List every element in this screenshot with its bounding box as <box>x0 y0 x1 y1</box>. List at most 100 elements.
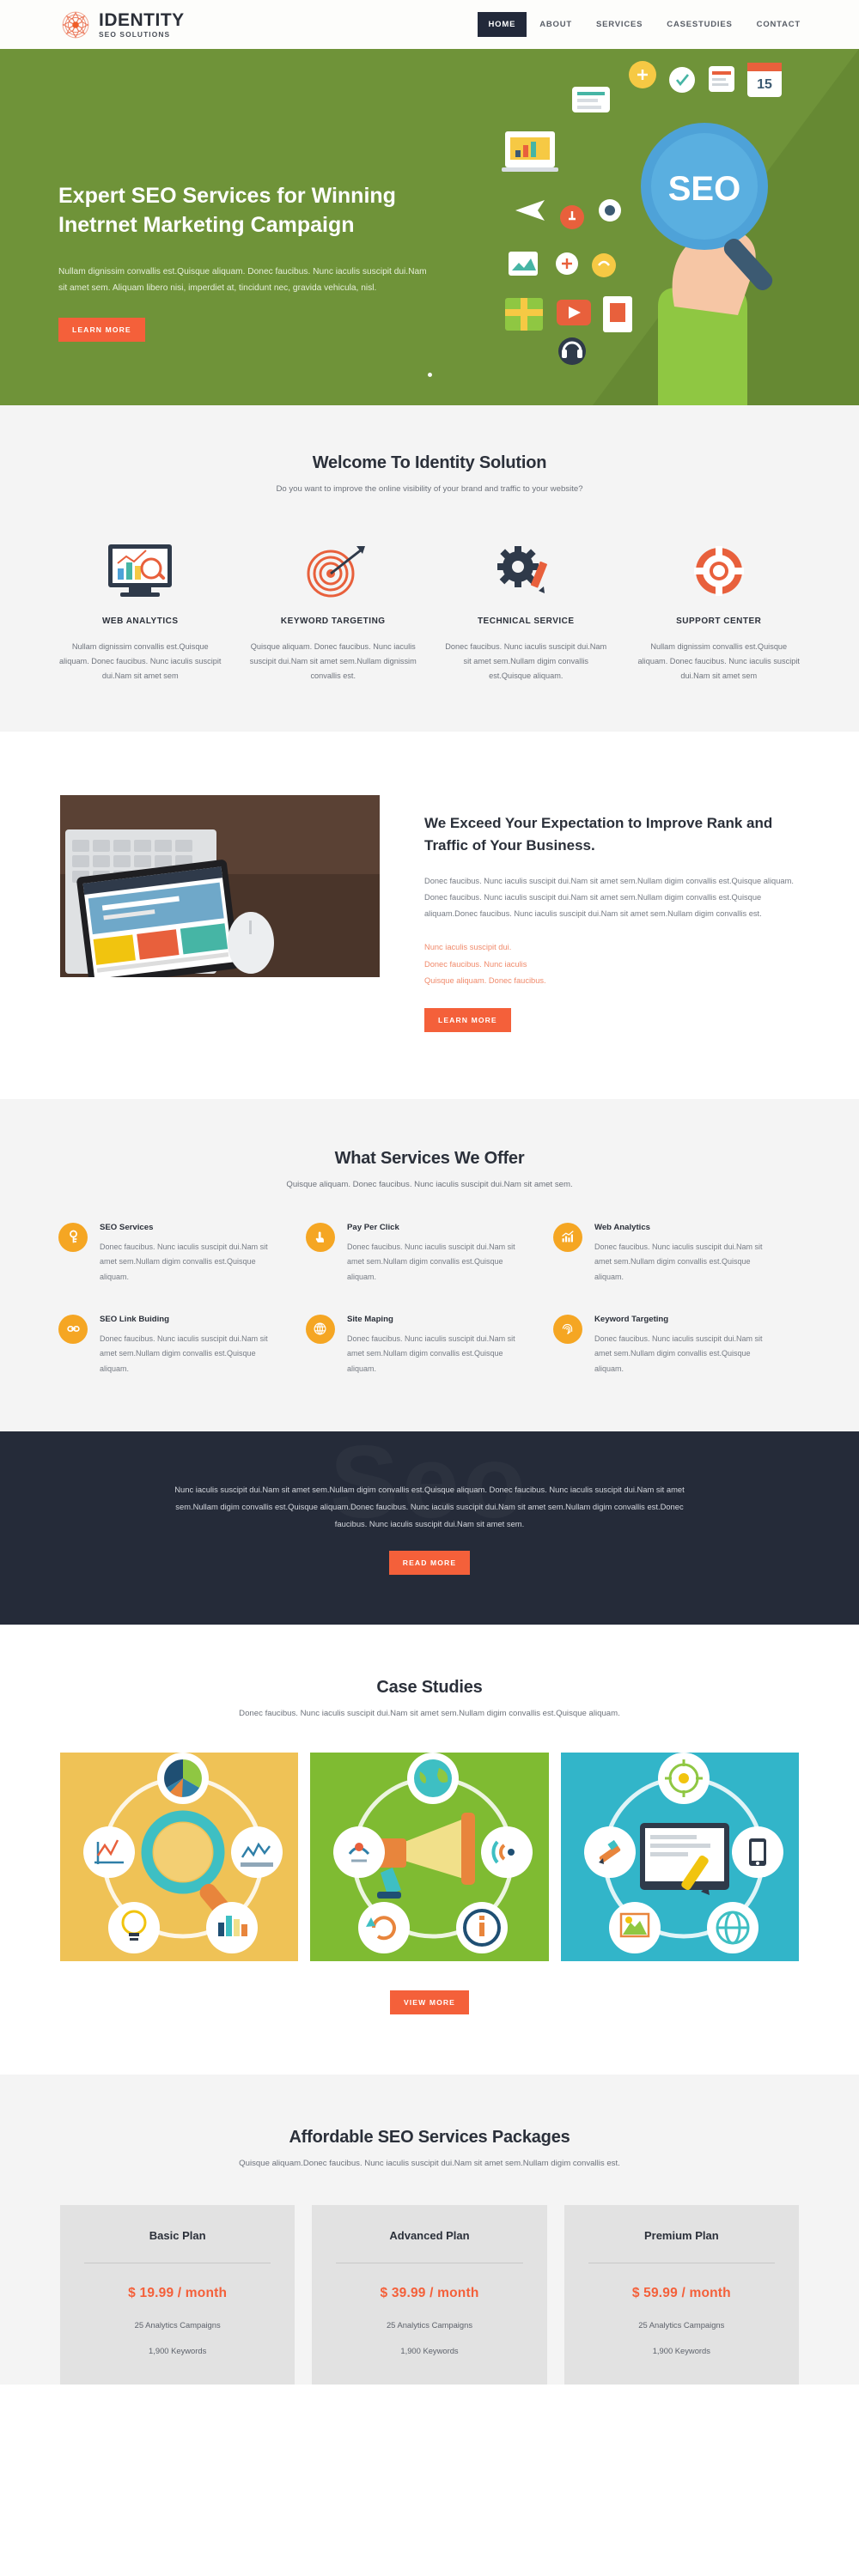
plan-name: Advanced Plan <box>389 2229 470 2243</box>
hero-banner: 15 SEO Expert SEO Services for Winning I… <box>0 49 859 405</box>
feature-text: Nullam dignissim convallis est.Quisque a… <box>637 642 800 681</box>
pricing-card-advanced[interactable]: Advanced Plan $ 39.99 / month 25 Analyti… <box>312 2205 547 2385</box>
pricing-subtitle: Quisque aliquam.Donec faucibus. Nunc iac… <box>239 2158 620 2168</box>
plan-feature: 25 Analytics Campaigns <box>386 2320 473 2330</box>
svg-text:SEO: SEO <box>668 170 740 208</box>
chain-link-icon <box>58 1314 88 1344</box>
magnifier-analytics-circle-icon <box>60 1752 298 1961</box>
tablet-keyboard-desk-photo <box>60 795 380 978</box>
key-icon <box>58 1222 88 1252</box>
cta-band: Seo Nunc iaculis suscipit dui.Nam sit am… <box>0 1431 859 1625</box>
about-highlight-list: Nunc iaculis suscipit dui. Donec faucibu… <box>424 939 799 988</box>
nav-item-services[interactable]: SERVICES <box>585 12 654 37</box>
case-studies-subtitle: Donec faucibus. Nunc iaculis suscipit du… <box>239 1709 620 1719</box>
plan-price: $ 59.99 / month <box>631 2286 731 2301</box>
megaphone-marketing-circle-icon <box>310 1752 548 1961</box>
feature-text: Nullam dignissim convallis est.Quisque a… <box>59 642 222 681</box>
service-name: SEO Link Buiding <box>100 1314 170 1324</box>
hero-seo-illustration: 15 SEO <box>490 49 859 405</box>
service-text: Donec faucibus. Nunc iaculis suscipit du… <box>594 1242 763 1282</box>
welcome-title: Welcome To Identity Solution <box>312 453 547 472</box>
pricing-card-basic[interactable]: Basic Plan $ 19.99 / month 25 Analytics … <box>60 2205 295 2385</box>
case-card-content[interactable] <box>560 1752 799 1961</box>
service-name: Web Analytics <box>594 1222 651 1232</box>
fingerprint-icon <box>552 1314 582 1344</box>
about-title: We Exceed Your Expectation to Improve Ra… <box>424 815 773 854</box>
service-text: Donec faucibus. Nunc iaculis suscipit du… <box>100 1242 268 1282</box>
feature-keyword-targeting: KEYWORD TARGETING Quisque aliquam. Donec… <box>245 532 423 683</box>
service-text: Donec faucibus. Nunc iaculis suscipit du… <box>594 1334 763 1373</box>
brand-logo[interactable]: IDENTITY SEO SOLUTIONS <box>60 9 185 40</box>
about-text: Donec faucibus. Nunc iaculis suscipit du… <box>424 877 794 919</box>
feature-technical-service: TECHNICAL SERVICE Donec faucibus. Nunc i… <box>437 532 615 683</box>
feature-text: Donec faucibus. Nunc iaculis suscipit du… <box>445 642 607 681</box>
services-section: What Services We Offer Quisque aliquam. … <box>0 1098 859 1432</box>
welcome-feature-list: WEB ANALYTICS Nullam dignissim convallis… <box>0 532 859 683</box>
about-section: We Exceed Your Expectation to Improve Ra… <box>0 732 859 1099</box>
nav-item-casestudies[interactable]: CASESTUDIES <box>655 12 743 37</box>
about-learn-more-button[interactable]: LEARN MORE <box>424 1007 511 1032</box>
services-grid: SEO Services Donec faucibus. Nunc iaculi… <box>0 1222 859 1377</box>
gear-pencil-icon <box>437 532 615 599</box>
highlight-item: Quisque aliquam. Donec faucibus. <box>424 975 546 985</box>
tablet-content-circle-icon <box>561 1752 799 1961</box>
pricing-section: Affordable SEO Services Packages Quisque… <box>0 2074 859 2385</box>
pricing-title: Affordable SEO Services Packages <box>289 2127 570 2147</box>
cta-text: Nunc iaculis suscipit dui.Nam sit amet s… <box>174 1485 685 1528</box>
case-studies-grid <box>0 1752 859 1961</box>
service-keyword-targeting[interactable]: Keyword Targeting Donec faucibus. Nunc i… <box>552 1314 801 1377</box>
bar-chart-growth-icon <box>552 1222 582 1252</box>
plan-name: Basic Plan <box>149 2229 206 2243</box>
hero-subtitle: Nullam dignissim convallis est.Quisque a… <box>58 266 427 294</box>
feature-title: TECHNICAL SERVICE <box>477 617 575 627</box>
cta-read-more-button[interactable]: READ MORE <box>388 1551 471 1576</box>
nav-item-about[interactable]: ABOUT <box>528 12 583 37</box>
case-card-analytics[interactable] <box>60 1752 299 1961</box>
service-name: SEO Services <box>100 1222 154 1232</box>
service-pay-per-click[interactable]: Pay Per Click Donec faucibus. Nunc iacul… <box>305 1222 553 1285</box>
hand-pointer-icon <box>305 1222 335 1252</box>
feature-title: KEYWORD TARGETING <box>280 617 386 627</box>
flower-mandala-logo-icon <box>60 9 91 40</box>
hero-title: Expert SEO Services for Winning Inetrnet… <box>58 184 396 237</box>
feature-text: Quisque aliquam. Donec faucibus. Nunc ia… <box>249 642 417 681</box>
hero-learn-more-button[interactable]: LEARN MORE <box>58 318 145 343</box>
feature-title: SUPPORT CENTER <box>676 617 762 627</box>
plan-price: $ 19.99 / month <box>128 2286 228 2301</box>
plan-name: Premium Plan <box>643 2229 719 2243</box>
highlight-item: Nunc iaculis suscipit dui. <box>424 943 512 952</box>
service-seo-link-buiding[interactable]: SEO Link Buiding Donec faucibus. Nunc ia… <box>58 1314 306 1377</box>
case-studies-section: Case Studies Donec faucibus. Nunc iaculi… <box>0 1625 859 2075</box>
service-name: Site Maping <box>346 1314 393 1324</box>
highlight-item: Donec faucibus. Nunc iaculis <box>424 959 527 969</box>
services-title: What Services We Offer <box>334 1148 525 1168</box>
case-card-marketing[interactable] <box>310 1752 549 1961</box>
pricing-plans-grid: Basic Plan $ 19.99 / month 25 Analytics … <box>0 2205 859 2385</box>
plan-feature: 1,900 Keywords <box>149 2346 207 2356</box>
welcome-subtitle: Do you want to improve the online visibi… <box>276 484 583 494</box>
lifebuoy-support-icon <box>631 532 808 599</box>
service-seo-services[interactable]: SEO Services Donec faucibus. Nunc iaculi… <box>58 1222 306 1285</box>
brand-tagline: SEO SOLUTIONS <box>99 29 171 39</box>
nav-item-contact[interactable]: CONTACT <box>746 12 812 37</box>
service-name: Keyword Targeting <box>594 1314 669 1324</box>
site-header: IDENTITY SEO SOLUTIONS HOME ABOUT SERVIC… <box>0 0 859 49</box>
plan-feature: 1,900 Keywords <box>400 2346 459 2356</box>
case-studies-view-more-button[interactable]: VIEW MORE <box>389 1990 470 2014</box>
main-navigation: HOME ABOUT SERVICES CASESTUDIES CONTACT <box>477 0 812 49</box>
service-text: Donec faucibus. Nunc iaculis suscipit du… <box>346 1334 515 1373</box>
feature-title: WEB ANALYTICS <box>101 617 179 627</box>
feature-support-center: SUPPORT CENTER Nullam dignissim convalli… <box>631 532 808 683</box>
pricing-card-premium[interactable]: Premium Plan $ 59.99 / month 25 Analytic… <box>564 2205 799 2385</box>
service-web-analytics[interactable]: Web Analytics Donec faucibus. Nunc iacul… <box>552 1222 801 1285</box>
service-site-maping[interactable]: Site Maping Donec faucibus. Nunc iaculis… <box>305 1314 553 1377</box>
page-root: IDENTITY SEO SOLUTIONS HOME ABOUT SERVIC… <box>0 0 859 2385</box>
plan-feature: 25 Analytics Campaigns <box>134 2320 221 2330</box>
nav-item-home[interactable]: HOME <box>477 12 527 37</box>
slider-dot[interactable] <box>427 373 432 377</box>
brand-name: IDENTITY <box>99 9 185 30</box>
service-name: Pay Per Click <box>346 1222 399 1232</box>
svg-text:15: 15 <box>757 77 772 92</box>
hero-slider-dots[interactable] <box>0 366 859 381</box>
monitor-analytics-icon <box>52 532 229 599</box>
